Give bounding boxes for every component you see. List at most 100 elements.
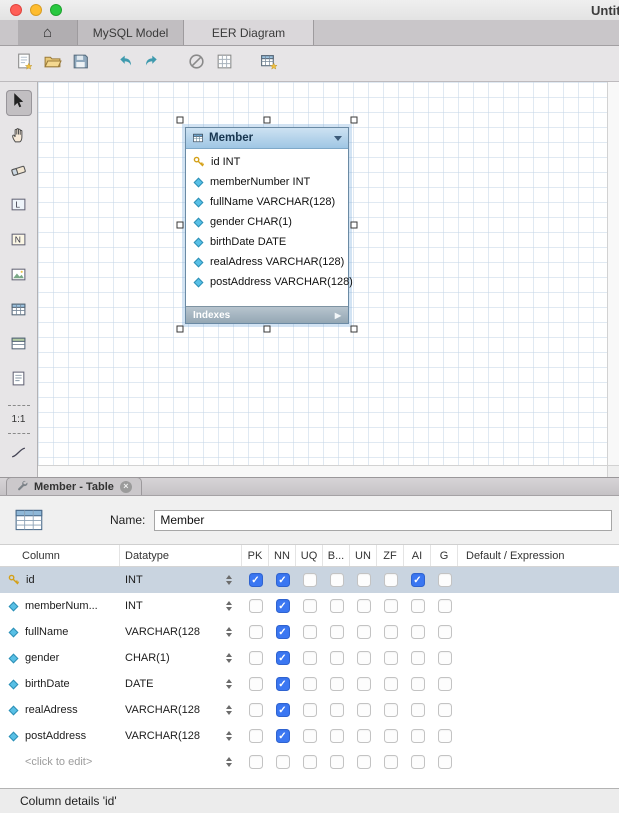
grid-row[interactable]: memberNum...INT✓ — [0, 593, 619, 619]
checkbox-b[interactable] — [330, 677, 344, 691]
table-name-input[interactable] — [154, 510, 612, 531]
datatype-cell[interactable]: DATE — [120, 678, 242, 690]
checkbox-ai[interactable] — [411, 703, 425, 717]
save-model-button[interactable] — [68, 51, 93, 76]
checkbox-pk[interactable] — [249, 625, 263, 639]
toggle-magnet-button[interactable] — [184, 51, 209, 76]
checkbox-zf[interactable] — [384, 573, 398, 587]
diagram-table-header[interactable]: Member — [186, 128, 348, 149]
checkbox-ai[interactable]: ✓ — [411, 573, 425, 587]
diagram-column-row[interactable]: gender CHAR(1) — [186, 212, 348, 232]
grid-row[interactable]: genderCHAR(1)✓ — [0, 645, 619, 671]
checkbox-nn[interactable]: ✓ — [276, 625, 290, 639]
horizontal-scrollbar[interactable] — [38, 465, 607, 477]
checkbox-nn[interactable]: ✓ — [276, 703, 290, 717]
minimize-window-button[interactable] — [30, 4, 42, 16]
diagram-column-row[interactable]: realAdress VARCHAR(128) — [186, 252, 348, 272]
checkbox-g[interactable] — [438, 599, 452, 613]
checkbox-b[interactable] — [330, 755, 344, 769]
close-tab-icon[interactable]: × — [120, 481, 132, 493]
checkbox-b[interactable] — [330, 599, 344, 613]
checkbox-un[interactable] — [357, 729, 371, 743]
diagram-column-row[interactable]: memberNumber INT — [186, 172, 348, 192]
checkbox-uq[interactable] — [303, 729, 317, 743]
checkbox-pk[interactable] — [249, 677, 263, 691]
datatype-stepper-icon[interactable] — [226, 627, 232, 637]
view-tool[interactable] — [6, 334, 32, 360]
checkbox-pk[interactable] — [249, 599, 263, 613]
relationship-tool[interactable] — [6, 442, 32, 468]
checkbox-zf[interactable] — [384, 703, 398, 717]
vertical-scrollbar[interactable] — [607, 82, 619, 465]
toggle-grid-button[interactable] — [212, 51, 237, 76]
checkbox-zf[interactable] — [384, 755, 398, 769]
diagram-column-row[interactable]: postAddress VARCHAR(128) — [186, 272, 348, 292]
checkbox-uq[interactable] — [303, 625, 317, 639]
datatype-cell[interactable]: INT — [120, 600, 242, 612]
checkbox-ai[interactable] — [411, 729, 425, 743]
checkbox-ai[interactable] — [411, 651, 425, 665]
diagram-column-row[interactable]: id INT — [186, 152, 348, 172]
selection-handle[interactable] — [177, 326, 184, 333]
checkbox-pk[interactable] — [249, 651, 263, 665]
datatype-cell[interactable] — [120, 757, 242, 767]
checkbox-uq[interactable] — [303, 651, 317, 665]
zoom-window-button[interactable] — [50, 4, 62, 16]
datatype-stepper-icon[interactable] — [226, 653, 232, 663]
checkbox-nn[interactable]: ✓ — [276, 599, 290, 613]
checkbox-g[interactable] — [438, 729, 452, 743]
selection-handle[interactable] — [264, 326, 271, 333]
checkbox-uq[interactable] — [303, 677, 317, 691]
diagram-indexes-section[interactable]: Indexes ▶ — [186, 306, 348, 323]
tab-mysql-model[interactable]: MySQL Model — [78, 20, 184, 45]
grid-row[interactable]: <click to edit> — [0, 749, 619, 775]
checkbox-ai[interactable] — [411, 677, 425, 691]
selection-handle[interactable] — [264, 117, 271, 124]
checkbox-zf[interactable] — [384, 677, 398, 691]
eraser-tool[interactable] — [6, 160, 32, 186]
checkbox-nn[interactable]: ✓ — [276, 677, 290, 691]
selection-handle[interactable] — [177, 117, 184, 124]
redo-button[interactable] — [140, 51, 165, 76]
checkbox-pk[interactable] — [249, 755, 263, 769]
open-model-button[interactable] — [40, 51, 65, 76]
checkbox-ai[interactable] — [411, 625, 425, 639]
checkbox-nn[interactable] — [276, 755, 290, 769]
grid-row[interactable]: fullNameVARCHAR(128✓ — [0, 619, 619, 645]
checkbox-zf[interactable] — [384, 599, 398, 613]
eer-canvas[interactable]: Member id INTmemberNumber INTfullName VA… — [38, 82, 607, 465]
grid-row[interactable]: postAddressVARCHAR(128✓ — [0, 723, 619, 749]
tab-home[interactable]: ⌂ — [18, 20, 78, 45]
checkbox-un[interactable] — [357, 573, 371, 587]
checkbox-g[interactable] — [438, 625, 452, 639]
checkbox-uq[interactable] — [303, 599, 317, 613]
datatype-cell[interactable]: VARCHAR(128 — [120, 626, 242, 638]
checkbox-b[interactable] — [330, 703, 344, 717]
datatype-cell[interactable]: INT — [120, 574, 242, 586]
grid-row[interactable]: birthDateDATE✓ — [0, 671, 619, 697]
diagram-column-row[interactable]: fullName VARCHAR(128) — [186, 192, 348, 212]
checkbox-un[interactable] — [357, 599, 371, 613]
checkbox-zf[interactable] — [384, 625, 398, 639]
datatype-stepper-icon[interactable] — [226, 679, 232, 689]
checkbox-g[interactable] — [438, 703, 452, 717]
new-table-button[interactable] — [256, 51, 281, 76]
datatype-stepper-icon[interactable] — [226, 757, 232, 767]
selection-handle[interactable] — [351, 326, 358, 333]
close-window-button[interactable] — [10, 4, 22, 16]
selection-handle[interactable] — [351, 221, 358, 228]
checkbox-g[interactable] — [438, 677, 452, 691]
checkbox-pk[interactable] — [249, 703, 263, 717]
checkbox-uq[interactable] — [303, 573, 317, 587]
datatype-stepper-icon[interactable] — [226, 601, 232, 611]
checkbox-b[interactable] — [330, 573, 344, 587]
checkbox-nn[interactable]: ✓ — [276, 729, 290, 743]
new-model-button[interactable] — [12, 51, 37, 76]
checkbox-g[interactable] — [438, 651, 452, 665]
hand-tool[interactable] — [6, 125, 32, 151]
checkbox-g[interactable] — [438, 573, 452, 587]
note-tool[interactable]: N — [6, 229, 32, 255]
diagram-column-row[interactable]: birthDate DATE — [186, 232, 348, 252]
tab-eer-diagram[interactable]: EER Diagram — [184, 20, 314, 45]
checkbox-ai[interactable] — [411, 755, 425, 769]
